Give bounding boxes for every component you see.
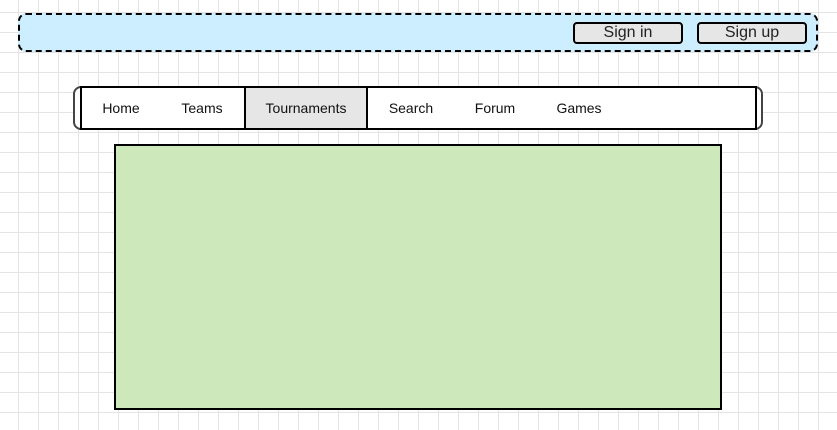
nav-bar: Home Teams Tournaments Search Forum Game… [73,86,763,130]
nav-menu: Home Teams Tournaments Search Forum Game… [80,86,757,130]
sign-up-button[interactable]: Sign up [697,22,807,44]
sign-in-button[interactable]: Sign in [573,22,683,44]
nav-item-tournaments[interactable]: Tournaments [244,88,368,128]
header-bar: Sign in Sign up [18,13,818,52]
nav-item-games[interactable]: Games [536,88,622,128]
nav-item-teams[interactable]: Teams [160,88,244,128]
nav-item-forum[interactable]: Forum [454,88,536,128]
nav-item-search[interactable]: Search [368,88,454,128]
main-content-area [114,144,722,410]
nav-item-home[interactable]: Home [82,88,160,128]
